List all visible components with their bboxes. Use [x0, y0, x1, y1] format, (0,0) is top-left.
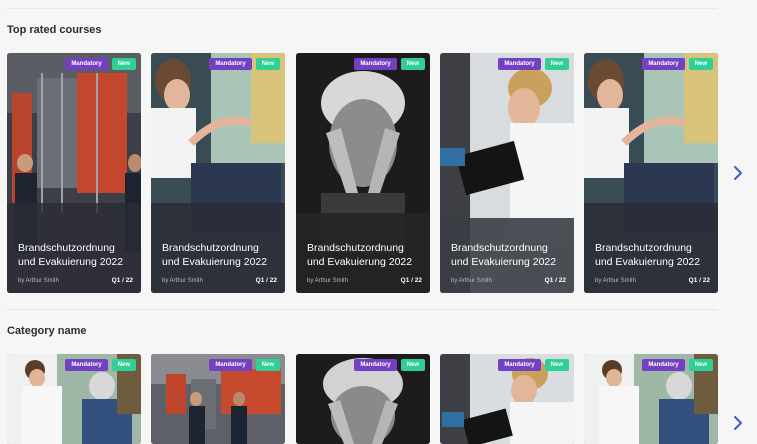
new-badge: New: [255, 359, 280, 371]
new-badge: New: [544, 58, 569, 70]
chevron-right-icon: [734, 166, 742, 180]
course-title: Brandschutzordnung und Evakuierung 2022: [18, 242, 124, 268]
new-badge: New: [111, 359, 136, 371]
mandatory-badge: Mandatory: [209, 58, 252, 70]
course-card[interactable]: Mandatory New: [296, 354, 430, 444]
new-badge: New: [400, 359, 425, 371]
course-author: by Arthur Smith: [307, 277, 349, 284]
course-card[interactable]: Mandatory New Brandschutzordnung und Eva…: [151, 53, 285, 293]
new-badge: New: [255, 58, 280, 70]
mandatory-badge: Mandatory: [209, 359, 252, 371]
course-card[interactable]: Mandatory New Brandschutzordnung und Eva…: [7, 53, 141, 293]
course-term: Q1 / 22: [544, 277, 566, 284]
course-card[interactable]: Mandatory New: [151, 354, 285, 444]
mandatory-badge: Mandatory: [642, 359, 685, 371]
course-title: Brandschutzordnung und Evakuierung 2022: [162, 242, 268, 268]
course-card[interactable]: Mandatory New Brandschutzordnung und Eva…: [296, 53, 430, 293]
new-badge: New: [544, 359, 569, 371]
new-badge: New: [688, 359, 713, 371]
section-title-top-rated: Top rated courses: [7, 24, 102, 36]
new-badge: New: [111, 58, 136, 70]
course-title: Brandschutzordnung und Evakuierung 2022: [451, 242, 557, 268]
section-divider: [6, 309, 717, 310]
course-author: by Arthur Smith: [162, 277, 204, 284]
mandatory-badge: Mandatory: [498, 58, 541, 70]
course-card[interactable]: Mandatory New: [7, 354, 141, 444]
course-card[interactable]: Mandatory New: [440, 354, 574, 444]
mandatory-badge: Mandatory: [354, 359, 397, 371]
top-divider: [6, 8, 717, 9]
course-author: by Arthur Smith: [18, 277, 60, 284]
course-term: Q1 / 22: [111, 277, 133, 284]
course-card[interactable]: Mandatory New Brandschutzordnung und Eva…: [584, 53, 718, 293]
carousel-next-button[interactable]: [730, 414, 746, 432]
course-term: Q1 / 22: [400, 277, 422, 284]
carousel-next-button[interactable]: [730, 164, 746, 182]
course-author: by Arthur Smith: [451, 277, 493, 284]
course-term: Q1 / 22: [688, 277, 710, 284]
chevron-right-icon: [734, 416, 742, 430]
mandatory-badge: Mandatory: [65, 359, 108, 371]
mandatory-badge: Mandatory: [354, 58, 397, 70]
course-author: by Arthur Smith: [595, 277, 637, 284]
course-title: Brandschutzordnung und Evakuierung 2022: [595, 242, 701, 268]
mandatory-badge: Mandatory: [65, 58, 108, 70]
mandatory-badge: Mandatory: [498, 359, 541, 371]
course-card[interactable]: Mandatory New Brandschutzordnung und Eva…: [440, 53, 574, 293]
new-badge: New: [400, 58, 425, 70]
new-badge: New: [688, 58, 713, 70]
course-term: Q1 / 22: [255, 277, 277, 284]
mandatory-badge: Mandatory: [642, 58, 685, 70]
course-card[interactable]: Mandatory New: [584, 354, 718, 444]
course-title: Brandschutzordnung und Evakuierung 2022: [307, 242, 413, 268]
section-title-category: Category name: [7, 325, 87, 337]
